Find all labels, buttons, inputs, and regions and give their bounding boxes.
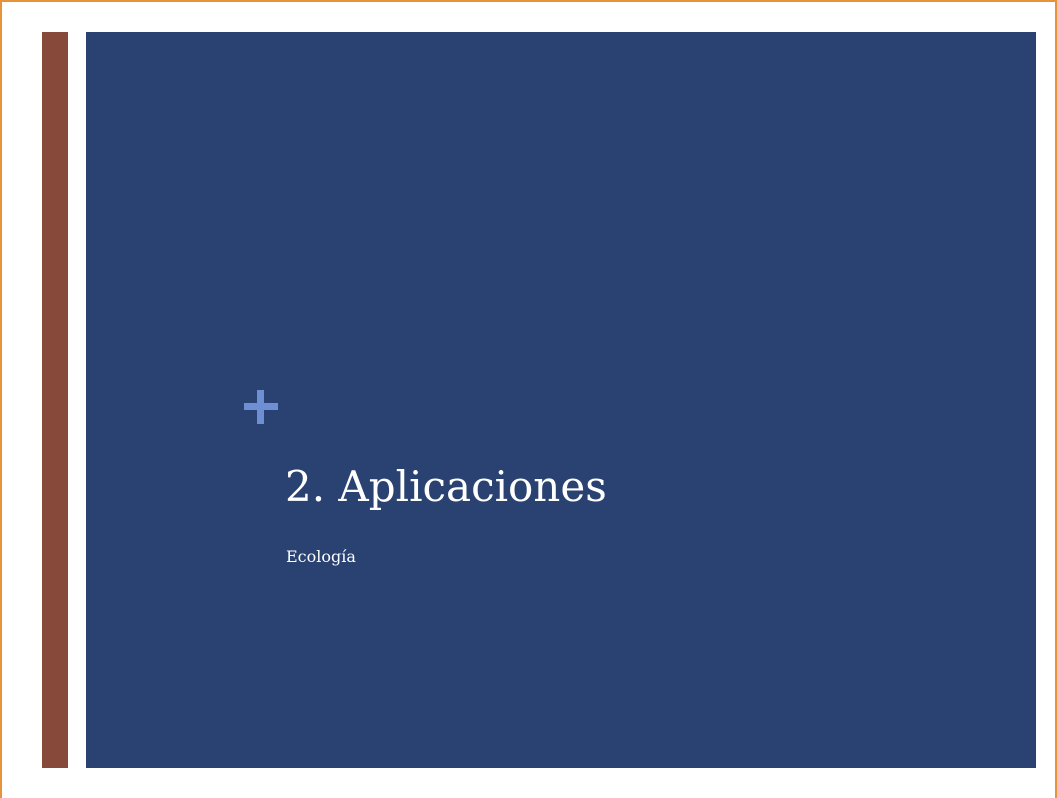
accent-bar [42, 32, 68, 768]
slide-subtitle: Ecología [286, 547, 356, 566]
title-panel [86, 32, 1036, 768]
plus-icon-vertical [257, 390, 264, 424]
slide-frame: 2. Aplicaciones Ecología [0, 0, 1057, 798]
slide-title: 2. Aplicaciones [285, 462, 607, 511]
plus-icon [244, 390, 278, 424]
